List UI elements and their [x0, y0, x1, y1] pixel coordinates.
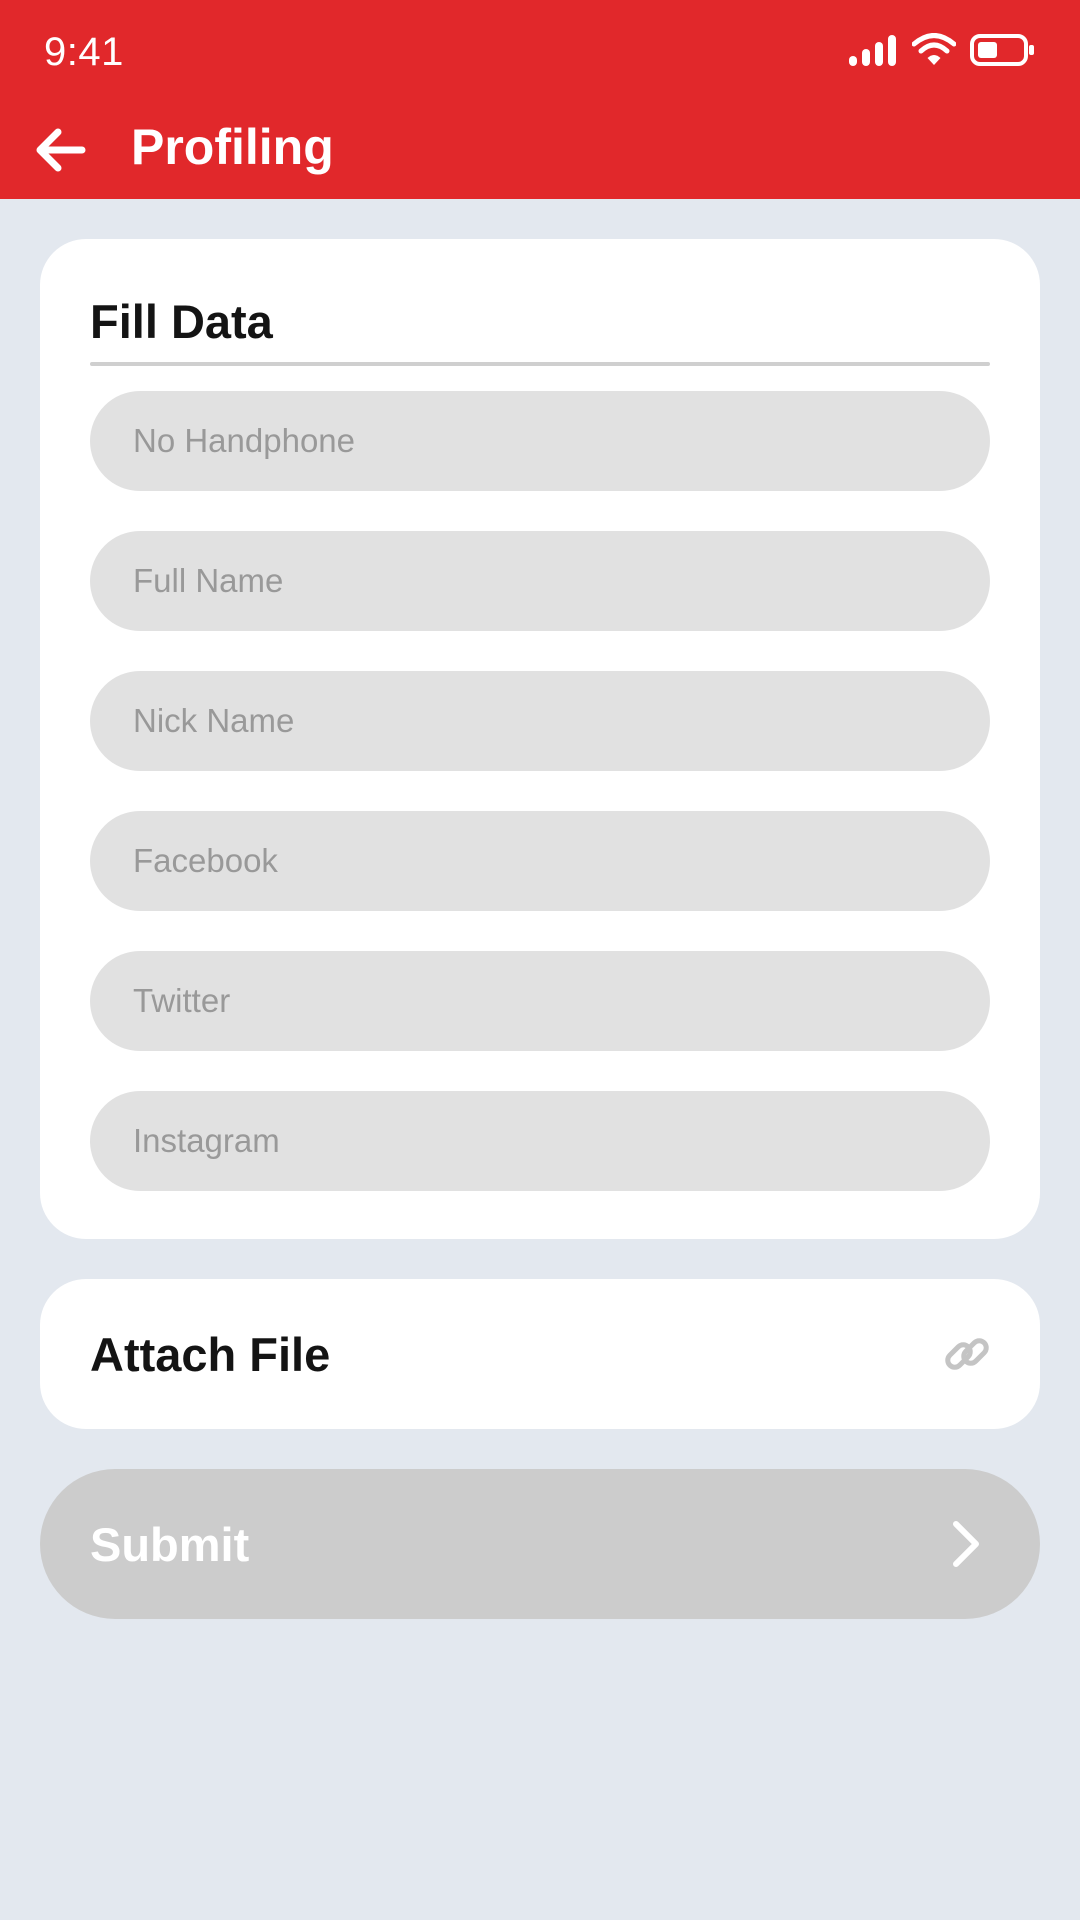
chevron-right-icon: [953, 1521, 979, 1567]
back-button[interactable]: [20, 120, 100, 180]
arrow-left-icon: [36, 128, 86, 172]
status-time: 9:41: [44, 30, 124, 74]
handphone-field[interactable]: [90, 391, 990, 491]
status-icons: [848, 30, 1036, 70]
nick-name-field[interactable]: [90, 671, 990, 771]
fill-data-heading: Fill Data: [90, 295, 273, 348]
submit-label: Submit: [90, 1518, 250, 1571]
twitter-field[interactable]: [90, 951, 990, 1051]
attach-file-button[interactable]: Attach File: [40, 1279, 1040, 1429]
divider: [90, 362, 990, 366]
battery-icon: [970, 34, 1034, 66]
attach-file-label: Attach File: [90, 1328, 331, 1381]
signal-icon: [849, 35, 896, 66]
link-icon: [945, 1338, 989, 1370]
app-bar: 9:41 Profiling: [0, 0, 1080, 199]
submit-button[interactable]: Submit: [40, 1469, 1040, 1619]
fill-data-card: Fill Data: [40, 239, 1040, 1239]
full-name-field[interactable]: [90, 531, 990, 631]
facebook-field[interactable]: [90, 811, 990, 911]
instagram-field[interactable]: [90, 1091, 990, 1191]
page-title: Profiling: [131, 119, 334, 175]
wifi-icon: [912, 33, 956, 65]
